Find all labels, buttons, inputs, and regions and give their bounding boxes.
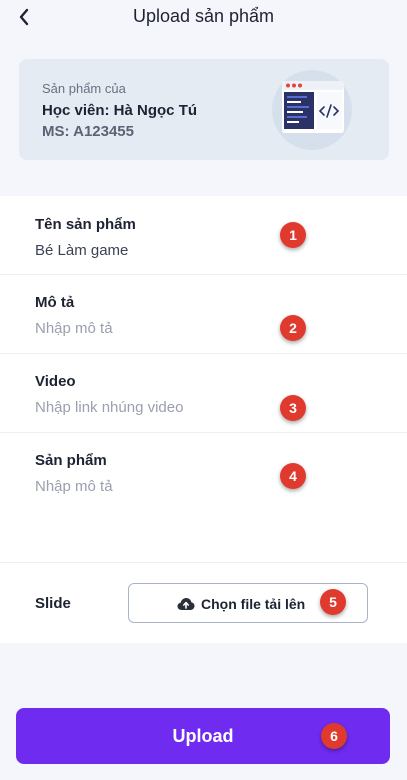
- product-name-label: Tên sản phẩm: [35, 216, 136, 233]
- video-label: Video: [35, 373, 76, 390]
- slide-field: Slide Chọn file tải lên 5: [0, 562, 407, 643]
- product-form: Tên sản phẩm Bé Làm game 1 Mô tả Nhập mô…: [0, 196, 407, 643]
- step-badge-1: 1: [280, 222, 306, 248]
- student-id: MS: A123455: [42, 123, 134, 140]
- video-field[interactable]: Video Nhập link nhúng video 3: [0, 354, 407, 433]
- description-field[interactable]: Mô tả Nhập mô tả 2: [0, 275, 407, 354]
- page-title: Upload sản phẩm: [132, 6, 275, 26]
- product-name-field[interactable]: Tên sản phẩm Bé Làm game 1: [0, 196, 407, 275]
- cloud-upload-icon: [177, 598, 195, 610]
- step-badge-2: 2: [280, 315, 306, 341]
- choose-file-content: Chọn file tải lên: [177, 596, 305, 612]
- video-link-input[interactable]: Nhập link nhúng video: [35, 399, 183, 416]
- slide-label: Slide: [35, 595, 71, 612]
- step-badge-5: 5: [320, 589, 346, 615]
- upload-button[interactable]: Upload 6: [16, 708, 390, 764]
- product-input[interactable]: Nhập mô tả: [35, 478, 113, 495]
- description-input[interactable]: Nhập mô tả: [35, 320, 113, 337]
- description-label: Mô tả: [35, 294, 75, 311]
- code-window-icon: [262, 67, 352, 153]
- header: Upload sản phẩm: [0, 0, 407, 36]
- choose-file-label: Chọn file tải lên: [201, 596, 306, 612]
- product-name-value[interactable]: Bé Làm game: [35, 242, 128, 259]
- step-badge-3: 3: [280, 395, 306, 421]
- product-field[interactable]: Sản phẩm Nhập mô tả 4: [0, 433, 407, 561]
- step-badge-6: 6: [321, 723, 347, 749]
- student-info-card: Sản phẩm của Học viên: Hà Ngọc Tú MS: A1…: [19, 59, 389, 160]
- owner-label: Sản phẩm của: [42, 81, 126, 96]
- product-label: Sản phẩm: [35, 452, 107, 469]
- step-badge-4: 4: [280, 463, 306, 489]
- student-name: Học viên: Hà Ngọc Tú: [42, 102, 198, 119]
